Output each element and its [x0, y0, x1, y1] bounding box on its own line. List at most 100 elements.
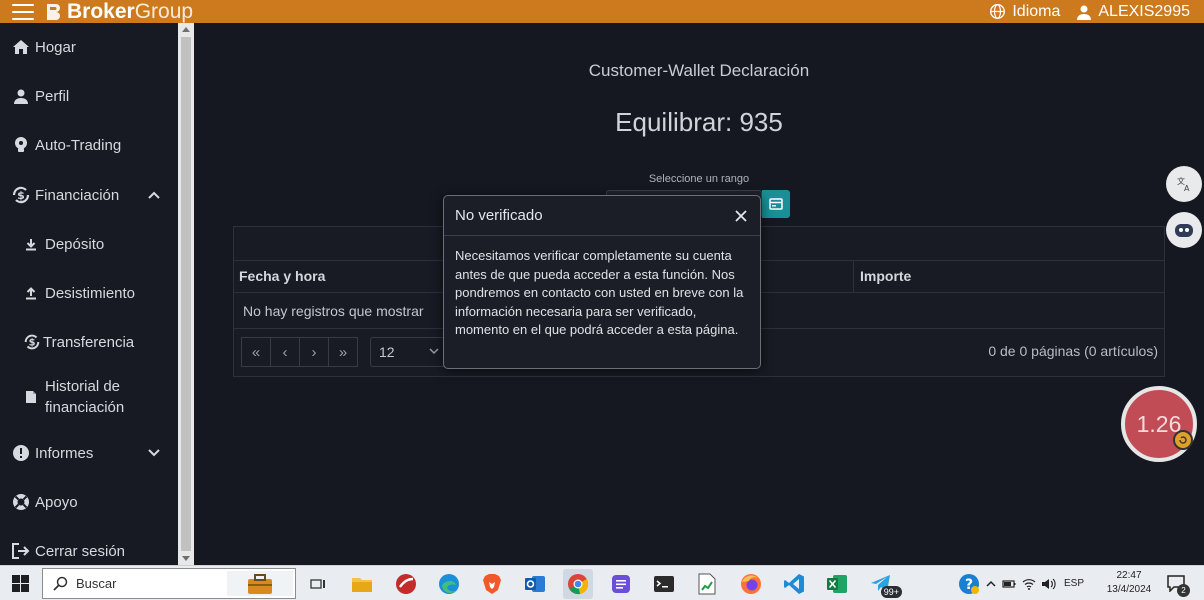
column-header-fecha[interactable]: Fecha y hora	[234, 261, 325, 292]
sidebar-item-informes[interactable]: Informes	[0, 443, 178, 463]
calendar-button[interactable]	[762, 190, 790, 218]
briefcase-icon[interactable]	[227, 571, 293, 596]
modal-body: Necesitamos verificar completamente su c…	[455, 248, 744, 337]
upload-icon	[23, 283, 39, 303]
per-page-select[interactable]: 12	[370, 337, 446, 367]
sidebar-item-deposito[interactable]: Depósito	[0, 234, 178, 254]
outlook-icon[interactable]	[520, 569, 550, 599]
task-view-icon[interactable]	[303, 569, 333, 599]
info-icon	[11, 443, 31, 463]
notification-badge: 99+	[880, 586, 902, 598]
scroll-up-arrow-icon[interactable]	[182, 27, 190, 32]
sidebar-scrollbar[interactable]	[178, 23, 194, 565]
file-explorer-icon[interactable]	[347, 569, 377, 599]
sidebar-item-perfil[interactable]: Perfil	[0, 86, 178, 106]
brand-logo[interactable]: Broker Group	[44, 0, 193, 23]
dollar-sync-icon: $	[11, 185, 31, 205]
column-header-importe[interactable]: Importe	[855, 261, 911, 292]
search-label: Buscar	[76, 576, 117, 591]
sidebar-item-label: Perfil	[35, 87, 70, 105]
sidebar: Hogar Perfil Auto-Trading $ Financiación…	[0, 23, 178, 565]
chat-bot-button[interactable]	[1166, 212, 1202, 248]
terminal-icon[interactable]	[649, 569, 679, 599]
sidebar-item-label: Apoyo	[35, 493, 78, 511]
sidebar-item-label: Depósito	[45, 235, 105, 253]
top-bar: Broker Group Idioma ALEXIS2995	[0, 0, 1204, 23]
balance-value: Equilibrar: 935	[615, 107, 783, 137]
system-tray: ? ESP	[958, 566, 1084, 600]
modal-header: No verificado	[444, 196, 760, 236]
battery-icon[interactable]	[1002, 579, 1016, 589]
user-menu[interactable]: ALEXIS2995	[1076, 3, 1190, 21]
sidebar-item-financiacion[interactable]: $ Financiación	[0, 184, 178, 206]
modal-title: No verificado	[455, 207, 543, 224]
sidebar-item-transferencia[interactable]: $ Transferencia	[0, 332, 178, 352]
translate-button[interactable]: 文A	[1166, 166, 1202, 202]
scroll-thumb[interactable]	[181, 37, 191, 551]
sidebar-item-apoyo[interactable]: Apoyo	[0, 492, 178, 512]
bulb-icon	[11, 135, 31, 155]
brand-name-bold: Broker	[67, 0, 135, 23]
sidebar-item-cerrar-sesion[interactable]: Cerrar sesión	[0, 541, 178, 561]
svg-text:$: $	[17, 189, 25, 202]
input-language[interactable]: ESP	[1064, 578, 1084, 589]
clock-time: 22:47	[1116, 570, 1142, 581]
notification-count: 2	[1177, 584, 1190, 597]
user-icon	[11, 86, 31, 106]
refresh-badge-icon[interactable]	[1173, 430, 1193, 450]
speed-gauge[interactable]: 1.26	[1121, 386, 1197, 462]
edge-icon[interactable]	[434, 569, 464, 599]
per-page-value: 12	[379, 344, 395, 360]
excel-icon[interactable]	[822, 569, 852, 599]
taskbar-clock[interactable]: 22:47 13/4/2024	[1103, 569, 1155, 597]
page-title: Customer-Wallet Declaración	[588, 61, 810, 80]
not-verified-modal: No verificado Necesitamos verificar comp…	[443, 195, 761, 369]
sidebar-item-desistimiento[interactable]: Desistimiento	[0, 283, 178, 303]
file-icon	[23, 387, 39, 407]
user-icon	[1077, 5, 1092, 20]
firefox-icon[interactable]	[736, 569, 766, 599]
windows-start-icon[interactable]	[12, 575, 29, 592]
prev-page-button[interactable]: ‹	[270, 337, 300, 367]
language-label: Idioma	[1012, 2, 1061, 20]
last-page-button[interactable]: »	[328, 337, 358, 367]
sidebar-item-hogar[interactable]: Hogar	[0, 37, 178, 57]
chrome-icon[interactable]	[563, 569, 593, 599]
help-icon[interactable]: ?	[958, 573, 980, 595]
globe-icon	[990, 4, 1006, 19]
close-icon[interactable]	[734, 209, 748, 223]
lifebuoy-icon	[11, 492, 31, 512]
sidebar-item-label: Desistimiento	[45, 284, 136, 302]
taskbar-search[interactable]: Buscar	[42, 568, 296, 599]
chevron-down-icon	[429, 348, 439, 355]
svg-text:$: $	[29, 338, 36, 349]
notes-app-icon[interactable]	[606, 569, 636, 599]
telegram-icon[interactable]: 99+	[866, 569, 902, 599]
sidebar-item-label: Hogar	[35, 38, 76, 56]
first-page-button[interactable]: «	[241, 337, 271, 367]
brave-icon[interactable]	[477, 569, 507, 599]
menu-toggle-icon[interactable]	[12, 3, 34, 20]
sidebar-item-auto-trading[interactable]: Auto-Trading	[0, 135, 178, 155]
speaker-icon[interactable]	[1041, 578, 1056, 590]
chevron-up-icon	[148, 191, 160, 199]
pagination: « ‹ › »	[241, 337, 358, 367]
sidebar-item-historial-financiacion[interactable]: Historial de financiación	[0, 376, 178, 418]
wifi-icon[interactable]	[1022, 578, 1036, 590]
app-red-circle-icon[interactable]	[391, 569, 421, 599]
brand-mark-icon	[47, 3, 60, 20]
page-info: 0 de 0 páginas (0 artículos)	[988, 343, 1158, 359]
next-page-button[interactable]: ›	[299, 337, 329, 367]
calendar-icon	[769, 198, 783, 210]
search-icon	[53, 576, 68, 591]
clock-date: 13/4/2024	[1106, 584, 1152, 595]
home-icon	[11, 37, 31, 57]
scroll-down-arrow-icon[interactable]	[182, 556, 190, 561]
language-selector[interactable]: Idioma	[989, 3, 1060, 21]
sidebar-item-label: Transferencia	[43, 333, 135, 351]
vscode-icon[interactable]	[779, 569, 809, 599]
windows-taskbar: Buscar 99+ ? ESP 22:47 13/4/2024 2	[0, 565, 1204, 600]
chart-file-icon[interactable]	[692, 569, 722, 599]
chevron-up-icon[interactable]	[986, 580, 996, 587]
svg-text:A: A	[1184, 184, 1190, 193]
